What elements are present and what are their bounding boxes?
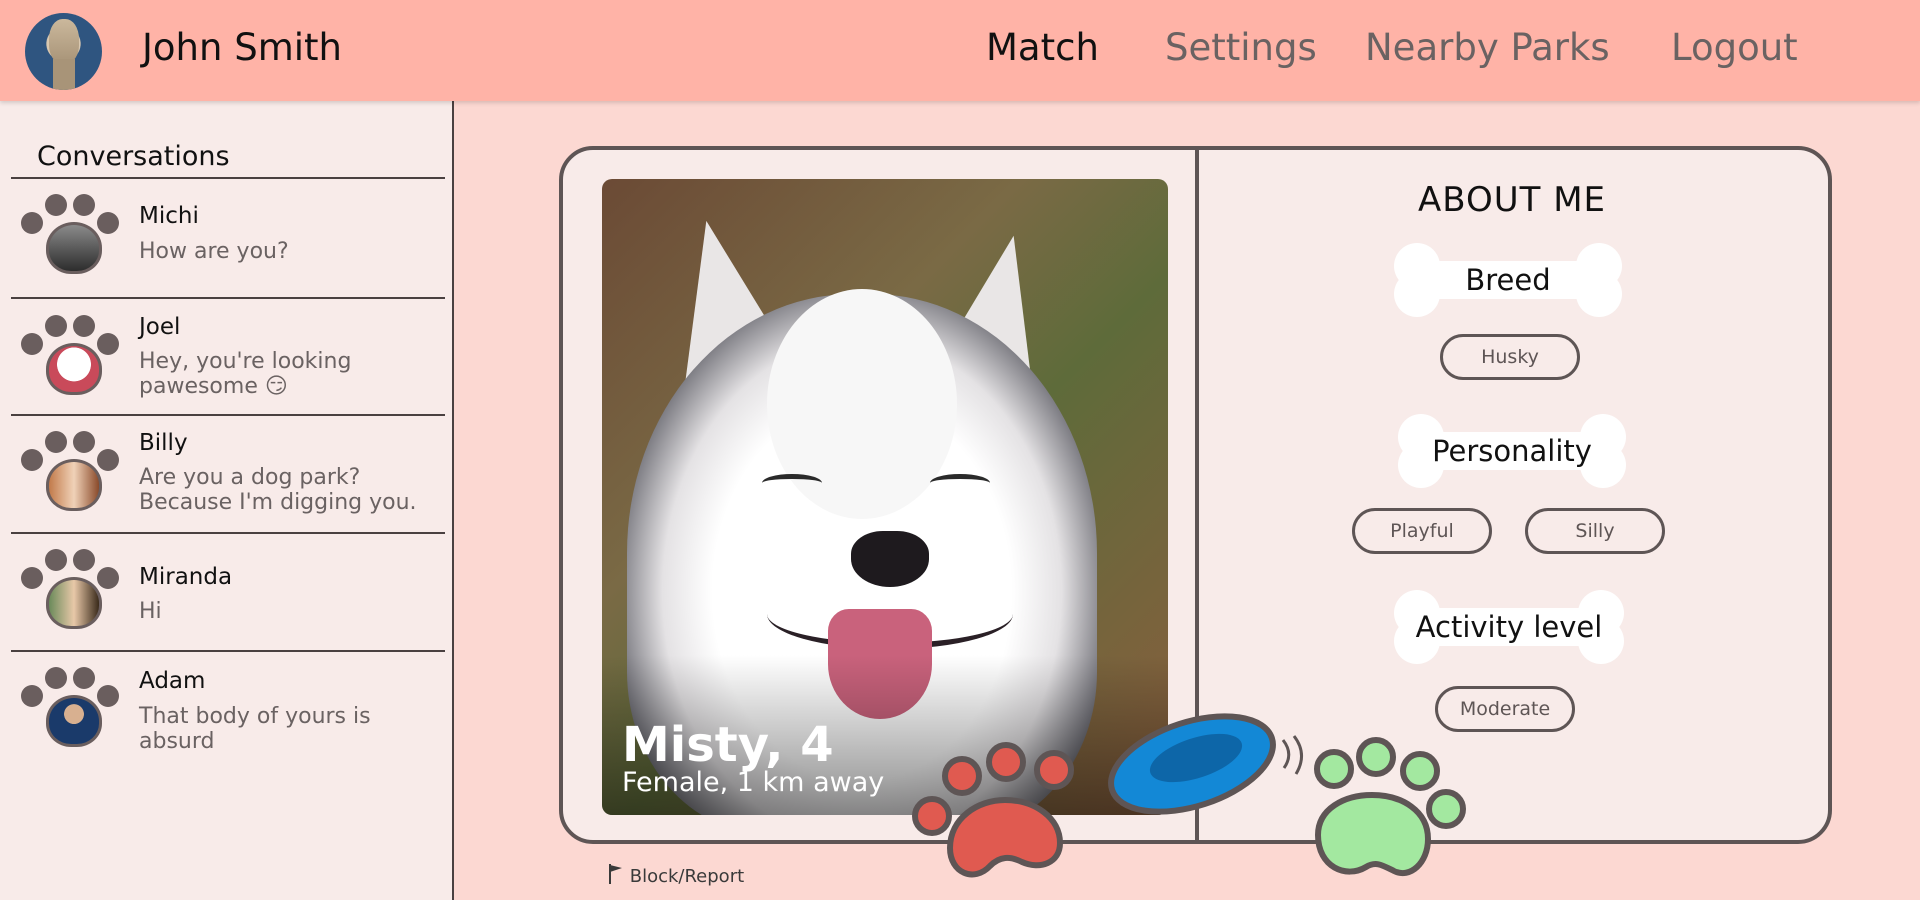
dog-eye-right — [930, 474, 990, 492]
nav-nearby-parks[interactable]: Nearby Parks — [1365, 26, 1610, 69]
breed-label: Breed — [1465, 263, 1551, 297]
block-report-label: Block/Report — [629, 866, 745, 887]
nav-settings[interactable]: Settings — [1165, 26, 1317, 69]
paw-avatar-adam — [21, 667, 125, 757]
conversations-title: Conversations — [37, 141, 230, 172]
frisbee-icon — [1108, 713, 1303, 815]
profile-photo[interactable]: Misty, 4 Female, 1 km away — [602, 179, 1168, 815]
profile-gender-distance: Female, 1 km away — [622, 767, 885, 798]
user-name: John Smith — [142, 26, 342, 69]
dog-eye-left — [762, 474, 822, 492]
conversation-name: Joel — [139, 314, 181, 340]
conversation-item-michi[interactable]: Michi How are you? — [11, 179, 445, 297]
activity-tag: Moderate — [1435, 686, 1575, 732]
about-me-title: ABOUT ME — [1418, 180, 1607, 220]
conversation-name: Billy — [139, 430, 188, 456]
profile-name-age: Misty, 4 — [622, 717, 834, 773]
red-paw-icon[interactable] — [910, 738, 1080, 888]
paw-avatar-billy — [21, 431, 125, 521]
conversation-name: Adam — [139, 668, 206, 694]
conversation-preview: Are you a dog park? Because I'm digging … — [139, 465, 417, 515]
personality-bone-heading: Personality — [1398, 414, 1626, 488]
conversation-item-adam[interactable]: Adam That body of yours is absurd — [11, 652, 445, 782]
paw-avatar-michi — [21, 194, 125, 284]
conversation-item-miranda[interactable]: Miranda Hi — [11, 534, 445, 652]
personality-label: Personality — [1432, 434, 1592, 468]
conversation-preview: Hi — [139, 599, 162, 624]
avatar-neck — [53, 59, 75, 90]
activity-label: Activity level — [1415, 610, 1603, 644]
conversation-preview: Hey, you're looking pawesome 😏 — [139, 349, 352, 399]
activity-bone-heading: Activity level — [1394, 590, 1624, 664]
paw-avatar-miranda — [21, 549, 125, 639]
avatar-head — [49, 19, 79, 63]
personality-tag-silly: Silly — [1525, 508, 1665, 554]
conversation-item-joel[interactable]: Joel Hey, you're looking pawesome 😏 — [11, 299, 445, 415]
conversation-preview: That body of yours is absurd — [139, 704, 371, 754]
conversations-sidebar: Conversations Michi How are you? Joel He… — [0, 101, 454, 900]
conversation-name: Michi — [139, 203, 199, 229]
conversation-preview: How are you? — [139, 239, 289, 264]
block-report-link[interactable]: Block/Report — [608, 863, 744, 887]
flag-icon — [609, 864, 622, 884]
nav-logout[interactable]: Logout — [1671, 26, 1798, 69]
user-avatar[interactable] — [25, 13, 102, 90]
conversation-item-billy[interactable]: Billy Are you a dog park? Because I'm di… — [11, 416, 445, 534]
breed-bone-heading: Breed — [1394, 243, 1622, 317]
paw-avatar-joel — [21, 315, 125, 405]
top-nav-bar: John Smith Match Settings Nearby Parks L… — [0, 0, 1920, 101]
dog-nose — [851, 531, 929, 587]
conversation-name: Miranda — [139, 564, 233, 590]
breed-tag: Husky — [1440, 334, 1580, 380]
personality-tag-playful: Playful — [1352, 508, 1492, 554]
green-paw-icon[interactable] — [1310, 735, 1470, 885]
nav-match[interactable]: Match — [986, 26, 1099, 69]
